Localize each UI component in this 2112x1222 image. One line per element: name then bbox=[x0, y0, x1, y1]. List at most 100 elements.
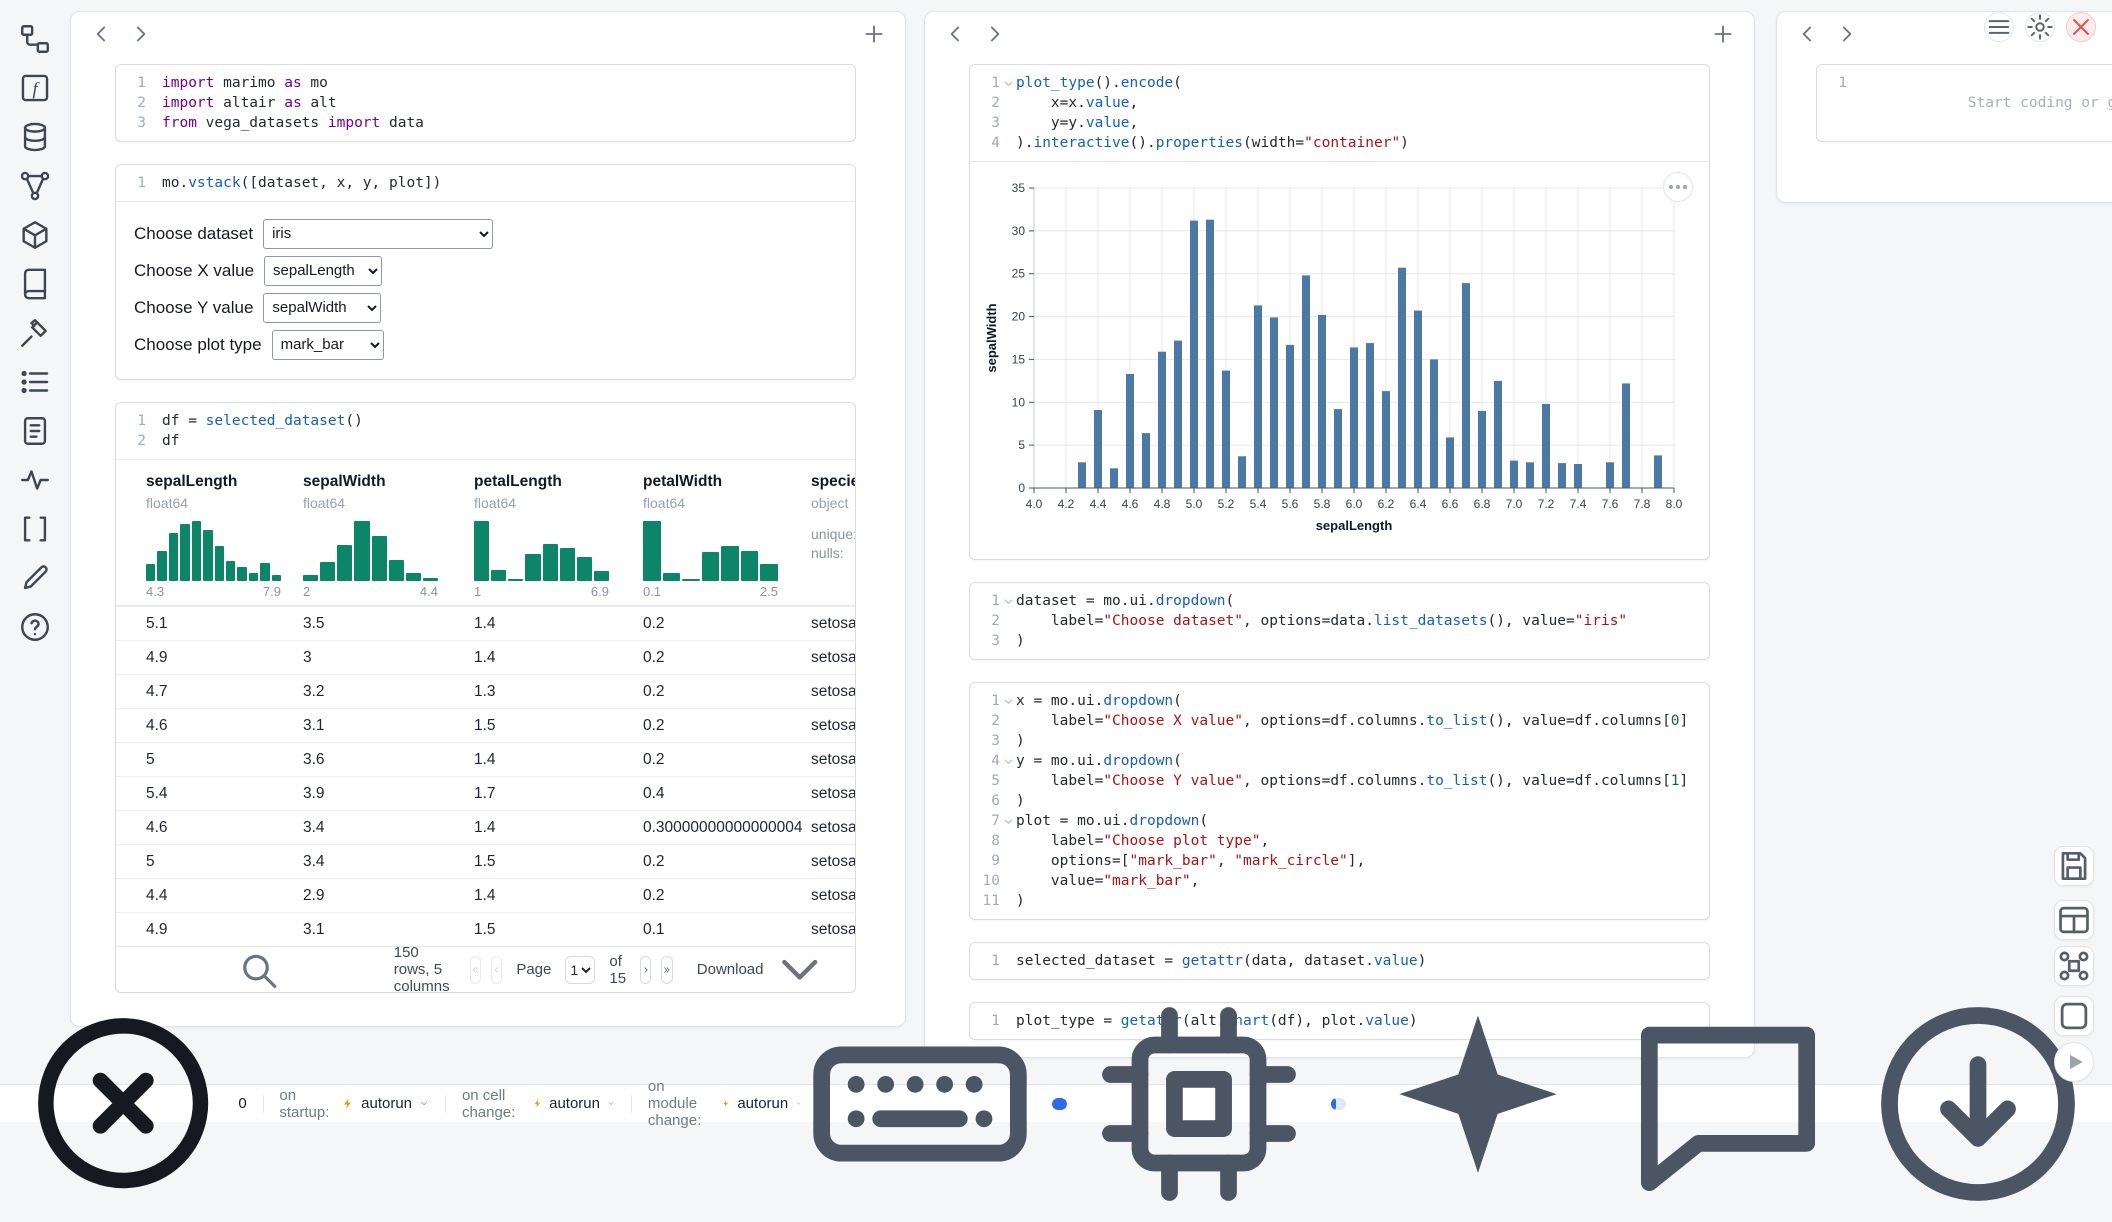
sidebar-item-variables[interactable] bbox=[18, 512, 52, 546]
fold-chevron-icon[interactable] bbox=[1000, 811, 1016, 831]
add-cell-button[interactable] bbox=[1710, 21, 1736, 47]
page-select[interactable]: 1 bbox=[565, 956, 595, 984]
altair-bar-chart[interactable]: 4.04.24.44.64.85.05.25.45.65.86.06.26.46… bbox=[982, 172, 1709, 549]
chevron-left-icon bbox=[89, 21, 115, 47]
sidebar-item-functions[interactable]: f bbox=[18, 71, 52, 105]
sidebar-item-tools[interactable] bbox=[18, 316, 52, 350]
code-line: 4y = mo.ui.dropdown( bbox=[970, 751, 1701, 771]
svg-text:sepalLength: sepalLength bbox=[1316, 518, 1393, 533]
collapse-left-button[interactable] bbox=[943, 21, 969, 47]
table-row[interactable]: 4.931.40.2setosa bbox=[116, 640, 855, 674]
sidebar-item-files[interactable] bbox=[18, 414, 52, 448]
x-value-select-label: Choose X value bbox=[134, 261, 254, 281]
svg-text:f: f bbox=[32, 78, 40, 98]
chart-actions-button[interactable] bbox=[1663, 172, 1693, 202]
line-number: 3 bbox=[970, 731, 1000, 751]
svg-text:6.2: 6.2 bbox=[1378, 497, 1395, 511]
play-icon bbox=[2055, 1043, 2093, 1081]
startup-mode-toggle[interactable]: on startup:autorun bbox=[279, 1087, 429, 1121]
fold-chevron-icon[interactable] bbox=[1000, 591, 1016, 611]
table-row[interactable]: 53.61.40.2setosa bbox=[116, 742, 855, 776]
gear-icon bbox=[2026, 13, 2054, 41]
code-editor-xy-dropdowns[interactable]: 1x = mo.ui.dropdown(2 label="Choose X va… bbox=[970, 683, 1709, 919]
sidebar-item-tracing[interactable] bbox=[18, 463, 52, 497]
sidebar-item-outline[interactable] bbox=[18, 365, 52, 399]
table-header-row: sepalLengthfloat644.37.9sepalWidthfloat6… bbox=[116, 460, 855, 606]
sidebar-item-scratchpad[interactable] bbox=[18, 561, 52, 595]
column-header-sepalLength[interactable]: sepalLengthfloat644.37.9 bbox=[146, 472, 303, 599]
table-row[interactable]: 4.73.21.30.2setosa bbox=[116, 674, 855, 708]
code-editor-plot[interactable]: 1plot_type().encode(2 x=x.value,3 y=y.va… bbox=[970, 65, 1709, 161]
table-cell: 4.4 bbox=[146, 879, 303, 912]
fold-chevron-icon[interactable] bbox=[1000, 73, 1016, 93]
module-change-mode-toggle[interactable]: on module change:autorun bbox=[648, 1078, 802, 1129]
code-editor-empty[interactable]: 1 Start coding or generate with AI. bbox=[1817, 65, 2112, 141]
code-line: 6) bbox=[970, 791, 1701, 811]
collapse-left-button[interactable] bbox=[1795, 21, 1821, 47]
settings-button[interactable] bbox=[2025, 12, 2055, 42]
errors-indicator[interactable]: 0 bbox=[14, 994, 247, 1212]
expand-right-button[interactable] bbox=[981, 21, 1007, 47]
column-histogram bbox=[643, 521, 778, 581]
sidebar-item-datasources[interactable] bbox=[18, 120, 52, 154]
table-row[interactable]: 5.13.51.40.2setosa bbox=[116, 606, 855, 640]
column-histogram bbox=[303, 521, 438, 581]
table-row[interactable]: 4.63.41.40.30000000000000004setosa bbox=[116, 810, 855, 844]
column-header-petalLength[interactable]: petalLengthfloat6416.9 bbox=[474, 472, 643, 599]
expand-right-button[interactable] bbox=[127, 21, 153, 47]
table-cell: 5 bbox=[146, 743, 303, 776]
fold-chevron-icon[interactable] bbox=[1000, 691, 1016, 711]
first-page-button[interactable] bbox=[470, 956, 481, 984]
table-cell: 4.9 bbox=[146, 913, 303, 946]
next-page-button[interactable] bbox=[640, 956, 651, 984]
search-icon[interactable] bbox=[132, 947, 384, 992]
y-value-select[interactable]: sepalWidth bbox=[263, 293, 381, 323]
expand-right-button[interactable] bbox=[1833, 21, 1859, 47]
table-cell: 3.5 bbox=[303, 607, 474, 640]
line-number: 1 bbox=[116, 411, 146, 431]
keyboard-icon[interactable] bbox=[802, 986, 1038, 1222]
code-editor-imports[interactable]: 1import marimo as mo2import altair as al… bbox=[116, 65, 855, 141]
table-row[interactable]: 53.41.50.2setosa bbox=[116, 844, 855, 878]
layout-button[interactable] bbox=[2054, 900, 2094, 940]
cell-change-mode-toggle[interactable]: on cell change:autorun bbox=[462, 1087, 615, 1121]
shortcuts-button[interactable] bbox=[2054, 946, 2094, 986]
notebook-menu-button[interactable] bbox=[1984, 12, 2014, 42]
plot-type-select[interactable]: mark_bar bbox=[272, 330, 384, 360]
generate-with-ai-link[interactable]: generate bbox=[2107, 95, 2112, 111]
column-header-sepalWidth[interactable]: sepalWidthfloat6424.4 bbox=[303, 472, 474, 599]
table-row[interactable]: 5.43.91.70.4setosa bbox=[116, 776, 855, 810]
sidebar-item-dependencies[interactable] bbox=[18, 169, 52, 203]
ai-sparkle-icon[interactable] bbox=[1360, 986, 1596, 1222]
code-editor-dataset-dropdown[interactable]: 1dataset = mo.ui.dropdown(2 label="Choos… bbox=[970, 583, 1709, 659]
x-value-select[interactable]: sepalLength bbox=[264, 256, 382, 286]
dataset-select[interactable]: iris bbox=[263, 219, 493, 249]
console-button[interactable] bbox=[2054, 996, 2094, 1036]
run-all-button[interactable] bbox=[2054, 1042, 2094, 1082]
code-editor-selected-dataset[interactable]: 1selected_dataset = getattr(data, datase… bbox=[970, 943, 1709, 979]
code-editor-vstack[interactable]: 1mo.vstack([dataset, x, y, plot]) bbox=[116, 165, 855, 201]
code-line: 1import marimo as mo bbox=[116, 73, 847, 93]
sidebar-item-documentation[interactable] bbox=[18, 267, 52, 301]
table-cell: 5.1 bbox=[146, 607, 303, 640]
feedback-icon[interactable] bbox=[1610, 986, 1846, 1222]
line-number: 1 bbox=[970, 691, 1000, 711]
last-page-button[interactable] bbox=[661, 956, 672, 984]
table-row[interactable]: 4.63.11.50.2setosa bbox=[116, 708, 855, 742]
sidebar-item-help[interactable] bbox=[18, 610, 52, 644]
add-cell-button[interactable] bbox=[861, 21, 887, 47]
shutdown-button[interactable] bbox=[2066, 12, 2096, 42]
table-cell: 3 bbox=[303, 641, 474, 674]
column-header-petalWidth[interactable]: petalWidthfloat640.12.5 bbox=[643, 472, 811, 599]
sidebar-item-explorer[interactable] bbox=[18, 22, 52, 56]
code-editor-dataframe[interactable]: 1df = selected_dataset()2df bbox=[116, 403, 855, 459]
collapse-left-button[interactable] bbox=[89, 21, 115, 47]
sidebar-item-packages[interactable] bbox=[18, 218, 52, 252]
code-line: 2 x=x.value, bbox=[970, 93, 1701, 113]
table-row[interactable]: 4.42.91.40.2setosa bbox=[116, 878, 855, 912]
svg-text:7.4: 7.4 bbox=[1570, 497, 1587, 511]
prev-page-button[interactable] bbox=[491, 956, 502, 984]
save-button[interactable] bbox=[2054, 846, 2094, 886]
fold-chevron-icon[interactable] bbox=[1000, 751, 1016, 771]
column-header-species[interactable]: speciesobjectunique:nulls: bbox=[811, 472, 855, 599]
